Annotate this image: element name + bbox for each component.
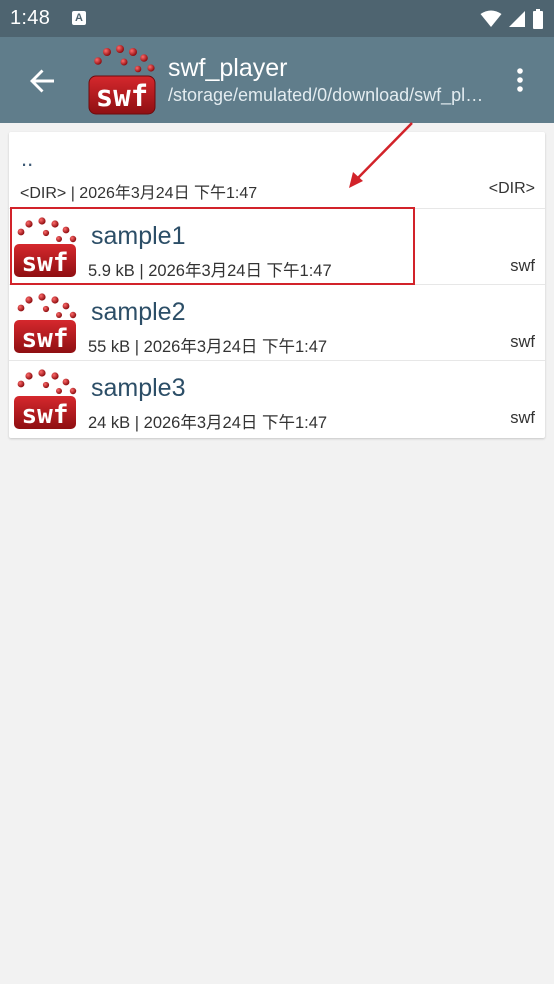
file-icon-text: swf <box>22 324 69 354</box>
arrow-back-icon[interactable] <box>24 63 60 99</box>
file-row-sample2[interactable]: swf sample2 55 kB | 2026年3月24日 下午1:47 sw… <box>9 284 545 361</box>
wifi-icon <box>480 10 502 27</box>
file-icon-text: swf <box>22 400 69 430</box>
current-path: /storage/emulated/0/download/swf_player <box>168 85 488 105</box>
parent-directory-type: <DIR> <box>488 180 535 197</box>
signal-icon <box>509 11 525 27</box>
status-time: 1:48 <box>10 7 51 29</box>
file-name: sample3 <box>91 374 186 402</box>
swf-file-icon: swf <box>14 293 77 354</box>
parent-directory-row[interactable]: .. <DIR> | 2026年3月24日 下午1:47 <DIR> <box>9 132 545 208</box>
file-row-sample3[interactable]: swf sample3 24 kB | 2026年3月24日 下午1:47 sw… <box>9 360 545 437</box>
swf-file-icon: swf <box>14 217 77 278</box>
file-type: swf <box>510 409 535 427</box>
file-meta: 55 kB | 2026年3月24日 下午1:47 <box>88 338 328 356</box>
file-meta: 5.9 kB | 2026年3月24日 下午1:47 <box>88 262 332 280</box>
battery-icon <box>533 9 543 29</box>
page-title: swf_player <box>168 54 288 82</box>
file-name: sample2 <box>91 298 186 326</box>
file-name: sample1 <box>91 222 186 250</box>
file-list: .. <DIR> | 2026年3月24日 下午1:47 <DIR> swf s… <box>9 132 545 438</box>
parent-directory-meta: <DIR> | 2026年3月24日 下午1:47 <box>20 185 258 202</box>
swf-file-icon: swf <box>14 369 77 430</box>
file-icon-text: swf <box>22 248 69 278</box>
swf-logo-icon: swf <box>88 45 156 115</box>
status-icons <box>480 9 544 29</box>
logo-text: swf <box>96 79 148 113</box>
parent-directory-name: .. <box>21 146 34 171</box>
notification-a-icon: A <box>72 11 86 25</box>
status-bar: 1:48 A <box>0 0 554 37</box>
file-row-sample1[interactable]: swf sample1 5.9 kB | 2026年3月24日 下午1:47 s… <box>9 208 545 285</box>
file-type: swf <box>510 333 535 351</box>
app-bar: swf swf_player /storage/emulated/0/downl… <box>0 37 554 123</box>
file-meta: 24 kB | 2026年3月24日 下午1:47 <box>88 414 328 432</box>
file-type: swf <box>510 257 535 275</box>
more-vert-icon[interactable] <box>506 66 534 94</box>
